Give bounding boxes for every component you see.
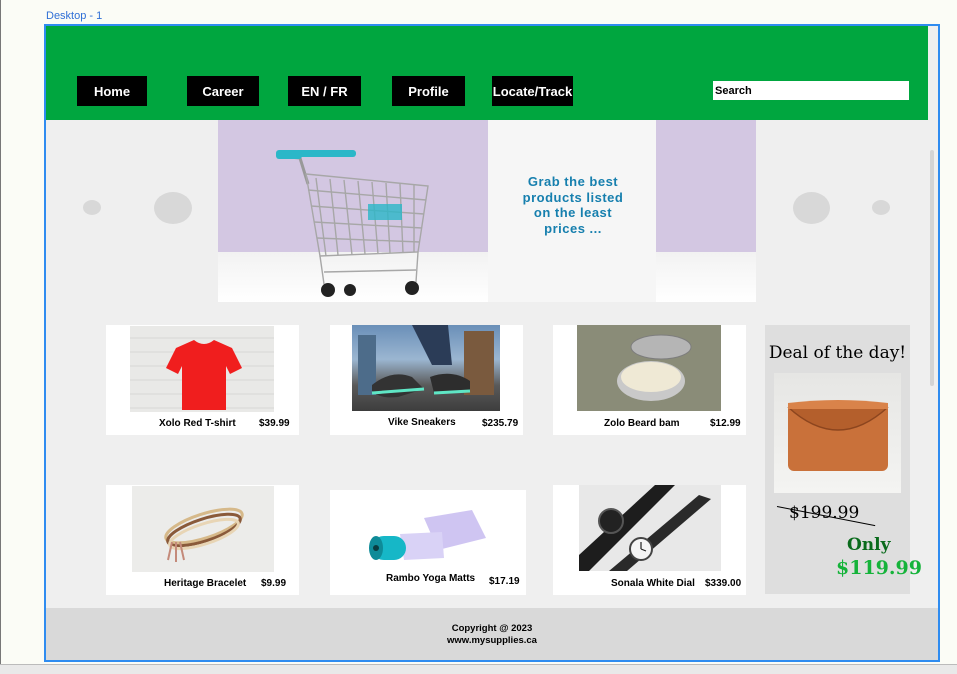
deal-new-price: $119.99	[836, 557, 922, 579]
product-name: Xolo Red T-shirt	[159, 418, 236, 429]
copyright-text: Copyright @ 2023	[451, 623, 533, 634]
nav-locate-track-button[interactable]: Locate/Track	[492, 76, 573, 106]
hero-banner[interactable]: Grab the best products listed on the lea…	[218, 120, 756, 302]
nav-home-button[interactable]: Home	[77, 76, 147, 106]
shopping-cart-icon	[276, 150, 429, 297]
nav-language-button[interactable]: EN / FR	[288, 76, 361, 106]
product-name: Rambo Yoga Matts	[386, 573, 476, 584]
product-price: $17.19	[489, 576, 520, 587]
product-image	[360, 494, 500, 566]
desktop-frame: Home Career EN / FR Profile Locate/Track	[44, 24, 940, 662]
product-image	[130, 326, 274, 412]
tshirt-icon	[130, 337, 274, 410]
product-name: Zolo Beard bam	[604, 418, 680, 429]
carousel-dot-large-left[interactable]	[154, 192, 192, 224]
nav-profile-button[interactable]: Profile	[392, 76, 465, 106]
product-price: $339.00	[705, 578, 742, 589]
carousel-dot-small-right[interactable]	[872, 200, 890, 215]
frame-label: Desktop - 1	[46, 10, 103, 22]
product-name: Vike Sneakers	[388, 417, 456, 428]
search-input[interactable]	[713, 81, 909, 100]
nav-career-button[interactable]: Career	[187, 76, 259, 106]
carousel-dot-small-left[interactable]	[83, 200, 101, 215]
product-image	[579, 485, 721, 571]
product-card[interactable]: Sonala White Dial $339.00	[553, 485, 746, 595]
banner-tagline: Grab the best products listed on the lea…	[522, 174, 624, 236]
deal-image	[774, 373, 901, 493]
deal-title: Deal of the day!	[768, 343, 907, 363]
product-name: Sonala White Dial	[611, 578, 695, 589]
product-card[interactable]: Heritage Bracelet $9.99	[106, 485, 299, 595]
sneaker-icon	[358, 325, 494, 398]
product-image	[577, 325, 721, 411]
yoga-mat-icon	[369, 510, 486, 560]
deal-of-the-day-panel[interactable]: Deal of the day! $199.99 Only $119.99	[765, 325, 922, 594]
clutch-bag-icon	[787, 400, 889, 471]
footer: Copyright @ 2023 www.mysupplies.ca	[46, 608, 938, 660]
deal-only-label: Only	[847, 535, 891, 555]
product-price: $12.99	[710, 418, 741, 429]
product-image	[352, 325, 500, 411]
bracelet-icon	[164, 507, 244, 562]
product-price: $235.79	[482, 418, 519, 429]
product-price: $9.99	[261, 578, 287, 589]
product-card[interactable]: Xolo Red T-shirt $39.99	[106, 325, 299, 435]
product-image	[132, 486, 274, 572]
product-card[interactable]: Rambo Yoga Matts $17.19	[330, 490, 526, 595]
scrollbar[interactable]	[930, 150, 934, 386]
product-name: Heritage Bracelet	[164, 578, 247, 589]
beard-balm-tin-icon	[617, 334, 692, 401]
header-bar: Home Career EN / FR Profile Locate/Track	[46, 26, 928, 120]
product-card[interactable]: Vike Sneakers $235.79	[330, 325, 523, 435]
product-card[interactable]: Zolo Beard bam $12.99	[553, 325, 746, 435]
wristwatch-icon	[579, 485, 721, 571]
canvas-edge	[0, 0, 1, 673]
carousel-dot-large-right[interactable]	[793, 192, 830, 224]
product-price: $39.99	[259, 418, 290, 429]
website-link[interactable]: www.mysupplies.ca	[46, 635, 938, 646]
